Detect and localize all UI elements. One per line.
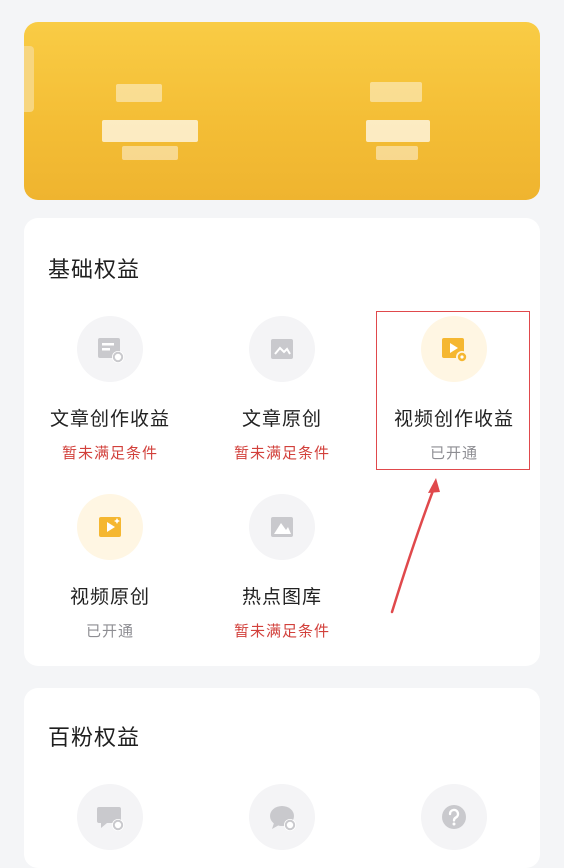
benefit-status: 暂未满足条件: [233, 444, 330, 462]
question-icon: [442, 805, 466, 829]
hundred-fans-benefits-card: 百粉权益: [24, 688, 540, 868]
article-revenue-icon: [98, 338, 124, 363]
benefit-label: 热点图库: [241, 586, 322, 608]
obscured-text: [122, 146, 178, 160]
icon-circle: [77, 316, 143, 382]
account-banner[interactable]: [24, 22, 540, 200]
obscured-text: [116, 84, 162, 102]
section-title: 基础权益: [48, 258, 141, 283]
icon-circle: [249, 316, 315, 382]
icon-circle: [249, 494, 315, 560]
benefit-question[interactable]: [368, 784, 540, 850]
video-original-icon: [99, 517, 121, 537]
benefit-status: 暂未满足条件: [61, 444, 158, 462]
hot-gallery-icon: [271, 517, 293, 537]
section-title: 百粉权益: [48, 726, 141, 751]
obscured-text: [376, 146, 418, 160]
benefit-hot-gallery[interactable]: 热点图库 暂未满足条件: [196, 494, 368, 641]
benefit-label: 文章创作收益: [49, 408, 170, 430]
chat-icon: [270, 806, 296, 831]
benefit-status: 暂未满足条件: [233, 622, 330, 640]
article-original-icon: [271, 339, 293, 359]
benefit-status: 已开通: [85, 622, 134, 640]
obscured-text: [102, 120, 198, 142]
icon-circle: [77, 784, 143, 850]
icon-circle: [421, 784, 487, 850]
benefit-chat[interactable]: [196, 784, 368, 850]
icon-circle: [77, 494, 143, 560]
benefit-comment[interactable]: [24, 784, 196, 850]
benefit-label: 文章原创: [241, 408, 322, 430]
highlight-box: [376, 311, 530, 470]
banner-side-tab: [24, 46, 34, 112]
comment-icon: [97, 807, 124, 831]
obscured-text: [366, 120, 430, 142]
benefit-video-original[interactable]: 视频原创 已开通: [24, 494, 196, 641]
icon-circle: [249, 784, 315, 850]
benefit-article-original[interactable]: 文章原创 暂未满足条件: [196, 316, 368, 463]
benefit-label: 视频原创: [69, 586, 150, 608]
obscured-text: [370, 82, 422, 102]
benefit-article-revenue[interactable]: 文章创作收益 暂未满足条件: [24, 316, 196, 463]
